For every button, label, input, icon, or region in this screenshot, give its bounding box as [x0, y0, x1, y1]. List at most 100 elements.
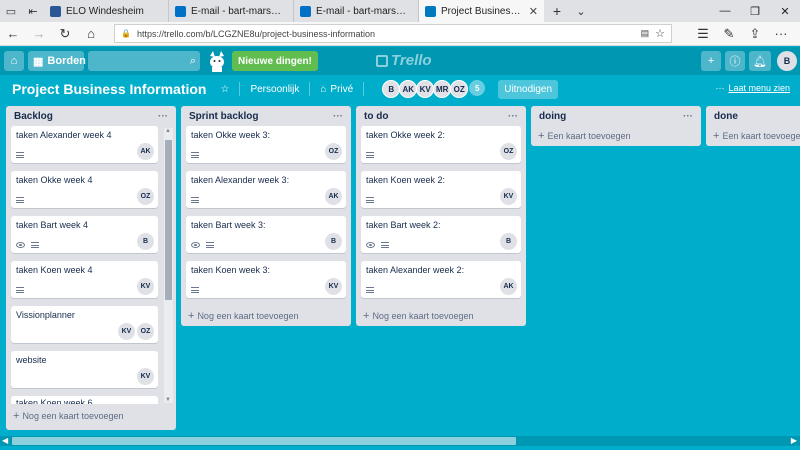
list-header[interactable]: Backlog ··· — [11, 106, 171, 126]
card-member-avatar[interactable]: AK — [137, 143, 154, 160]
back-arrow-icon[interactable]: ← — [0, 26, 26, 41]
list-scrollbar[interactable]: ▲ ▼ — [164, 128, 173, 403]
new-tab-button[interactable]: + — [544, 0, 570, 22]
boards-button[interactable]: ▦ Borden — [28, 51, 86, 71]
list-header[interactable]: done — [711, 106, 800, 126]
add-card-button[interactable]: + Nog een kaart toevoegen — [186, 306, 346, 326]
card-member-avatar[interactable]: OZ — [137, 323, 154, 340]
card[interactable]: Vissionplanner KV OZ — [11, 306, 158, 343]
pen-notes-icon[interactable]: ✎ — [716, 26, 742, 42]
scroll-up-icon[interactable]: ▲ — [165, 128, 171, 134]
invite-button[interactable]: Uitnodigen — [498, 79, 559, 99]
list-title[interactable]: Sprint backlog — [189, 111, 258, 122]
card-member-avatar[interactable]: KV — [137, 368, 154, 385]
more-icon[interactable]: ··· — [768, 26, 794, 42]
card[interactable]: taken Okke week 4 OZ — [11, 171, 158, 208]
star-board-icon[interactable]: ☆ — [220, 84, 229, 95]
card[interactable]: taken Okke week 2: OZ — [361, 126, 521, 163]
board-horizontal-scrollbar[interactable]: ◀ ▶ — [0, 436, 800, 446]
favorites-hub-icon[interactable]: ☰ — [690, 26, 716, 42]
scroll-left-icon[interactable]: ◀ — [2, 436, 8, 445]
home-icon[interactable]: ⌂ — [78, 26, 104, 41]
card[interactable]: taken Bart week 2: B — [361, 216, 521, 253]
card-member-avatar[interactable]: KV — [325, 278, 342, 295]
card-member-avatar[interactable]: KV — [137, 278, 154, 295]
card[interactable]: taken Koen week 4 KV — [11, 261, 158, 298]
forward-arrow-icon[interactable]: → — [26, 26, 52, 41]
private-visibility[interactable]: ⌂ Privé — [320, 84, 353, 95]
card[interactable]: taken Bart week 4 B — [11, 216, 158, 253]
card-member-avatar[interactable]: B — [137, 233, 154, 250]
trello-logo[interactable]: Trello — [376, 52, 432, 69]
user-avatar[interactable]: B — [777, 51, 797, 71]
add-card-button[interactable]: + Nog een kaart toevoegen — [361, 306, 521, 326]
member-avatar[interactable]: B — [382, 80, 401, 98]
list-title[interactable]: doing — [539, 111, 566, 122]
card-member-avatar[interactable]: B — [500, 233, 517, 250]
create-button[interactable]: + — [701, 51, 722, 71]
list-menu-icon[interactable]: ··· — [508, 111, 518, 122]
show-menu-link[interactable]: ··· Laat menu zien — [715, 83, 790, 93]
member-avatar[interactable]: OZ — [450, 80, 469, 98]
scroll-down-icon[interactable]: ▼ — [165, 397, 171, 403]
whats-new-button[interactable]: Nieuwe dingen! — [232, 51, 318, 71]
scrollbar-thumb[interactable] — [165, 140, 172, 300]
card-member-avatar[interactable]: OZ — [325, 143, 342, 160]
team-visibility[interactable]: Persoonlijk — [250, 84, 299, 95]
list-title[interactable]: done — [714, 111, 738, 122]
member-avatar[interactable]: KV — [416, 80, 435, 98]
list-header[interactable]: doing ··· — [536, 106, 696, 126]
list-title[interactable]: Backlog — [14, 111, 53, 122]
browser-tab-active[interactable]: Project Business Inform ✕ — [419, 0, 544, 22]
add-card-button[interactable]: + Nog een kaart toevoegen — [11, 406, 171, 426]
reading-view-icon[interactable]: ▤ — [641, 28, 650, 39]
card[interactable]: taken Alexander week 3: AK — [186, 171, 346, 208]
member-count-badge[interactable]: 5 — [469, 80, 486, 96]
card[interactable]: taken Okke week 3: OZ — [186, 126, 346, 163]
member-avatar[interactable]: AK — [399, 80, 418, 98]
close-tab-icon[interactable]: ✕ — [529, 5, 538, 18]
list-header[interactable]: to do ··· — [361, 106, 521, 126]
restore-icon[interactable]: ❐ — [740, 0, 770, 22]
card[interactable]: taken Koen week 2: KV — [361, 171, 521, 208]
favorite-star-icon[interactable]: ☆ — [655, 27, 665, 40]
scroll-right-icon[interactable]: ▶ — [791, 436, 797, 445]
refresh-icon[interactable]: ↻ — [52, 26, 78, 42]
list-menu-icon[interactable]: ··· — [333, 111, 343, 122]
card-member-avatar[interactable]: B — [325, 233, 342, 250]
browser-tab[interactable]: E-mail - bart-marsman.mar — [294, 0, 419, 22]
add-card-button[interactable]: + Een kaart toevoegen — [711, 126, 800, 146]
card-member-avatar[interactable]: AK — [325, 188, 342, 205]
share-icon[interactable]: ⇪ — [742, 26, 768, 42]
tab-overview-icon[interactable]: ▭ — [0, 0, 22, 22]
browser-tab[interactable]: ELO Windesheim — [44, 0, 169, 22]
card[interactable]: taken Alexander week 2: AK — [361, 261, 521, 298]
scrollbar-thumb[interactable] — [12, 437, 516, 445]
tab-menu-chevron-icon[interactable]: ⌄ — [570, 0, 592, 22]
list-title[interactable]: to do — [364, 111, 388, 122]
card-member-avatar[interactable]: OZ — [137, 188, 154, 205]
close-window-icon[interactable]: ✕ — [770, 0, 800, 22]
list-menu-icon[interactable]: ··· — [683, 111, 693, 122]
member-avatar[interactable]: MR — [433, 80, 452, 98]
card[interactable]: taken Bart week 3: B — [186, 216, 346, 253]
minimize-icon[interactable]: — — [710, 0, 740, 22]
card-partially-visible[interactable]: taken Koen week 6 — [11, 396, 158, 404]
card[interactable]: taken Koen week 3: KV — [186, 261, 346, 298]
search-input[interactable]: ⌕ — [88, 51, 200, 71]
info-button[interactable]: ⓘ — [725, 51, 746, 71]
add-card-button[interactable]: + Een kaart toevoegen — [536, 126, 696, 146]
notifications-button[interactable]: 🔔︎ — [749, 51, 771, 71]
tab-back-icon[interactable]: ⇤ — [22, 0, 44, 22]
card-member-avatar[interactable]: AK — [500, 278, 517, 295]
browser-tab[interactable]: E-mail - bart-marsman.mar — [169, 0, 294, 22]
home-button[interactable]: ⌂ — [4, 51, 24, 71]
card[interactable]: website KV — [11, 351, 158, 388]
list-menu-icon[interactable]: ··· — [158, 111, 168, 122]
card-member-avatar[interactable]: KV — [118, 323, 135, 340]
address-bar[interactable]: 🔒 https://trello.com/b/LCGZNE8u/project-… — [114, 24, 672, 43]
card[interactable]: taken Alexander week 4 AK — [11, 126, 158, 163]
list-header[interactable]: Sprint backlog ··· — [186, 106, 346, 126]
card-member-avatar[interactable]: OZ — [500, 143, 517, 160]
board-title[interactable]: Project Business Information — [12, 81, 206, 97]
